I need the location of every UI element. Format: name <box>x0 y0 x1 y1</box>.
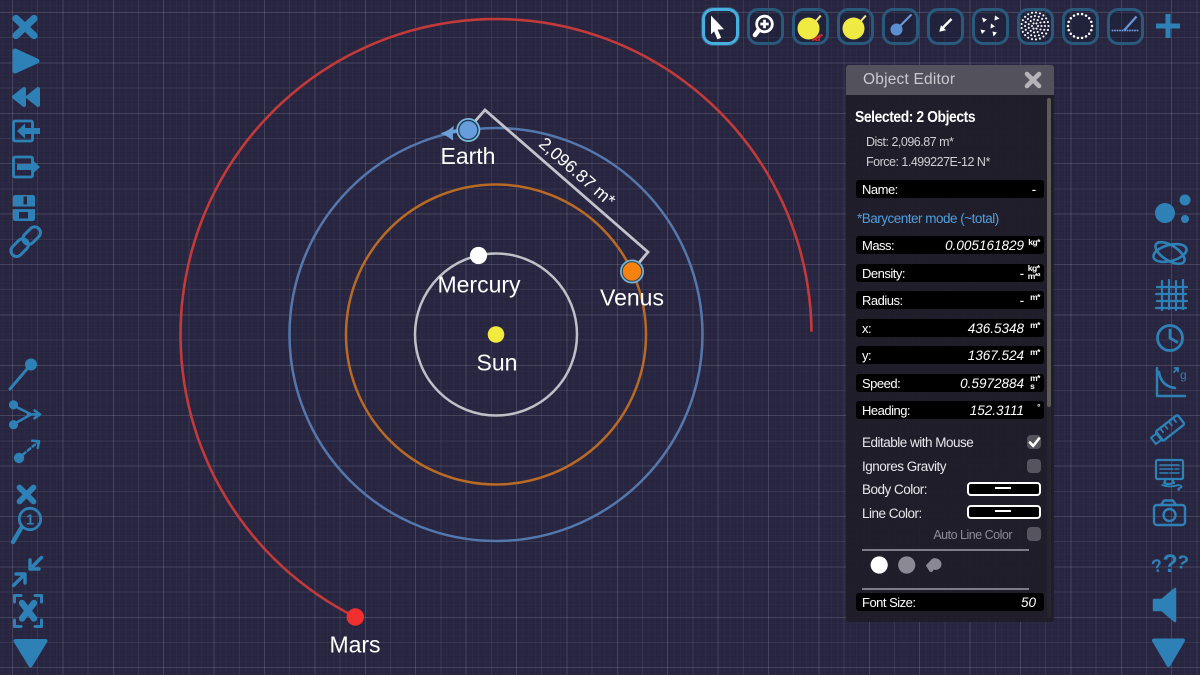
svg-text:Venus: Venus <box>600 285 664 311</box>
svg-text:Earth: Earth <box>441 143 496 169</box>
svg-text:Mars: Mars <box>329 632 380 658</box>
svg-text:g: g <box>1180 368 1187 382</box>
svg-text:1: 1 <box>26 513 34 529</box>
svg-text:Mercury: Mercury <box>437 272 521 298</box>
svg-text:Sun: Sun <box>477 350 518 376</box>
